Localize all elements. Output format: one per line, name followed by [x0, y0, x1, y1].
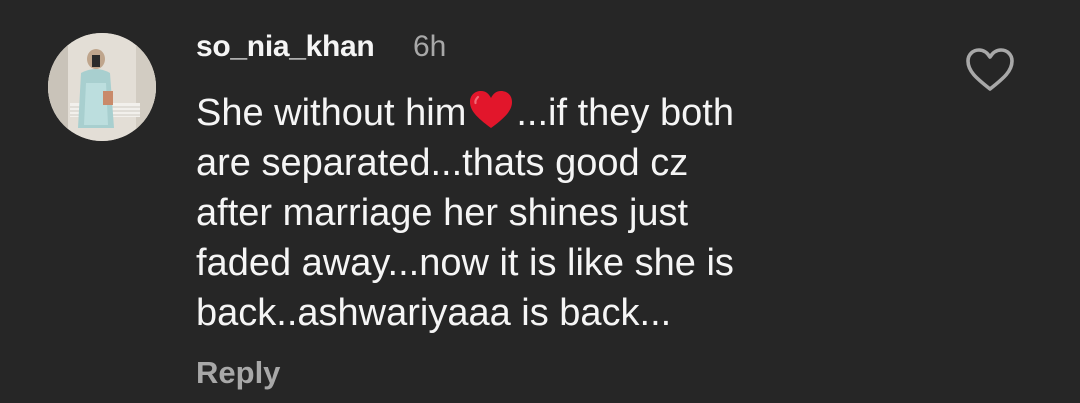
heart-outline-icon — [966, 48, 1014, 91]
comment-line-segment: She without him — [196, 92, 467, 134]
comment-line-segment: ...if they both — [516, 92, 734, 134]
red-heart-emoji-icon — [468, 90, 514, 130]
comment-line: faded away...now it is like she is — [196, 242, 734, 284]
like-button[interactable] — [964, 47, 1016, 93]
comment-line: back..ashwariyaaa is back... — [196, 292, 672, 334]
comment-text: She without him ...if they both are separ… — [196, 88, 836, 338]
comment-line: are separated...thats good cz — [196, 142, 689, 184]
comment-line: after marriage her shines just — [196, 192, 689, 234]
comment-line: She without him ...if they both — [196, 88, 836, 138]
comment-item: so_nia_khan 6h She without him ...if they… — [0, 0, 1080, 403]
timestamp: 6h — [413, 30, 447, 63]
avatar[interactable] — [48, 33, 156, 141]
username[interactable]: so_nia_khan — [196, 30, 375, 64]
reply-button[interactable]: Reply — [196, 355, 280, 391]
avatar-photo — [48, 33, 156, 141]
